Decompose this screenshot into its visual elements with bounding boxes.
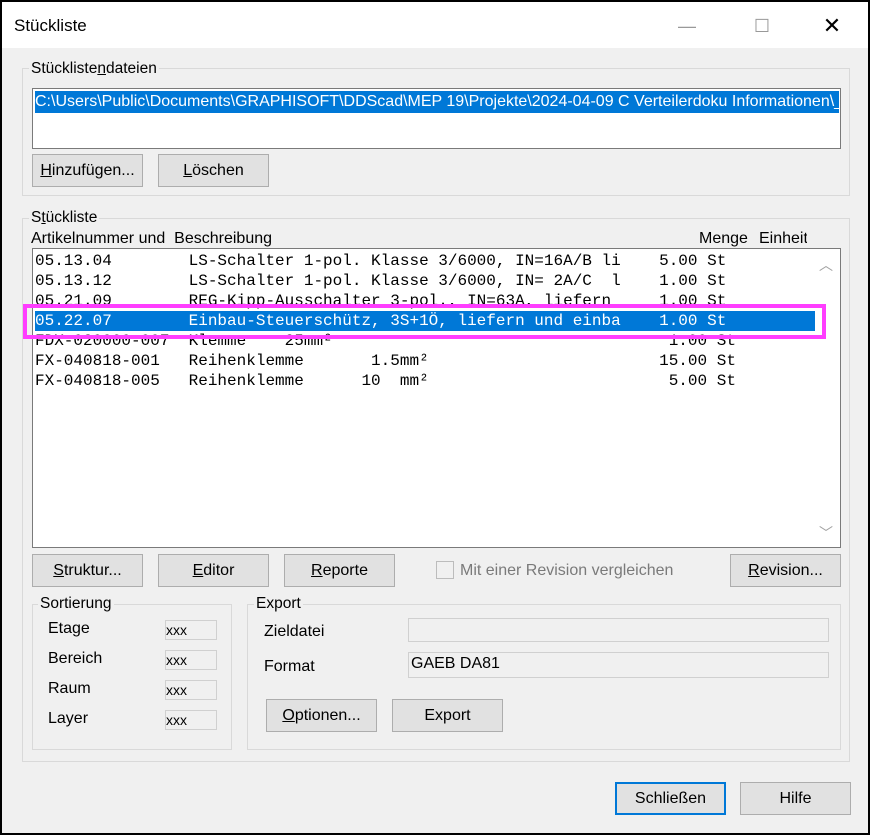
sort-label-layer: Layer xyxy=(48,710,89,727)
reports-button-mnemonic: R xyxy=(311,561,323,579)
column-header-unit-text: Einheit xyxy=(759,230,807,247)
delete-file-button[interactable]: Löschen xyxy=(158,154,269,187)
list-item-text: 05.13.04 LS-Schalter 1-pol. Klasse 3/600… xyxy=(35,252,727,270)
vertical-scrollbar[interactable]: ︿ ﹀ xyxy=(815,249,840,547)
sort-group-label: Sortierung xyxy=(38,595,114,613)
target-file-label: Zieldatei xyxy=(264,623,325,640)
sort-label-raum: Raum xyxy=(48,680,91,697)
reports-button-label: eporte xyxy=(322,561,368,579)
list-label-part1: S xyxy=(31,209,42,226)
column-header-quantity: Menge xyxy=(699,230,748,247)
stueckliste-dialog: Stückliste — ☐ ✕ Stücklistendateien C:\U… xyxy=(0,0,870,835)
maximize-icon[interactable]: ☐ xyxy=(747,12,777,40)
close-button[interactable]: Schließen xyxy=(615,782,726,815)
compare-revision-checkbox[interactable] xyxy=(436,561,454,579)
structure-button-label: truktur... xyxy=(63,561,122,579)
options-button[interactable]: Optionen... xyxy=(266,699,377,732)
revision-button[interactable]: Revision... xyxy=(730,554,841,587)
list-item[interactable]: 05.13.04 LS-Schalter 1-pol. Klasse 3/600… xyxy=(35,251,815,271)
list-label-part3: ückliste xyxy=(45,209,98,226)
revision-button-mnemonic: R xyxy=(748,561,760,579)
editor-button-mnemonic: E xyxy=(192,561,204,579)
window-title: Stückliste xyxy=(14,16,87,35)
list-item-text: FX-040818-001 Reihenklemme 1.5mm² 15.00 … xyxy=(35,352,736,370)
list-item[interactable]: FX-040818-001 Reihenklemme 1.5mm² 15.00 … xyxy=(35,351,815,371)
file-item-selected[interactable]: C:\Users\Public\Documents\GRAPHISOFT\DDS… xyxy=(35,91,839,113)
list-group-label: Stückliste xyxy=(29,209,100,227)
column-header-unit: Einheit xyxy=(759,230,807,248)
list-item[interactable]: 05.13.12 LS-Schalter 1-pol. Klasse 3/600… xyxy=(35,271,815,291)
files-group-label: Stücklistendateien xyxy=(29,60,159,78)
target-file-field[interactable] xyxy=(408,618,829,642)
editor-button-label: ditor xyxy=(203,561,235,579)
sort-field-layer[interactable]: xxx xyxy=(165,710,217,730)
files-listbox[interactable]: C:\Users\Public\Documents\GRAPHISOFT\DDS… xyxy=(32,88,841,149)
scroll-down-icon[interactable]: ﹀ xyxy=(819,523,833,543)
sort-field-bereich[interactable]: xxx xyxy=(165,650,217,670)
format-field[interactable]: GAEB DA81 xyxy=(408,652,829,678)
export-button[interactable]: Export xyxy=(392,699,503,732)
structure-button[interactable]: Struktur... xyxy=(32,554,143,587)
format-label: Format xyxy=(264,658,315,675)
file-path: C:\Users\Public\Documents\GRAPHISOFT\DDS… xyxy=(35,93,839,110)
compare-revision-label: Mit einer Revision vergleichen xyxy=(460,562,674,579)
sort-field-raum[interactable]: xxx xyxy=(165,680,217,700)
files-label-part1: Stückliste xyxy=(31,60,98,77)
scroll-up-icon[interactable]: ︿ xyxy=(819,255,833,275)
add-file-button[interactable]: Hinzufügen... xyxy=(32,154,143,187)
delete-file-button-mnemonic: L xyxy=(183,161,193,179)
close-icon[interactable]: ✕ xyxy=(817,12,847,40)
options-button-mnemonic: O xyxy=(282,706,295,724)
list-item-text: FX-040818-005 Reihenklemme 10 mm² 5.00 S… xyxy=(35,372,736,390)
add-file-button-label: inzufügen... xyxy=(51,161,135,179)
highlight-frame xyxy=(23,304,826,339)
export-group-label: Export xyxy=(254,595,303,613)
structure-button-mnemonic: S xyxy=(53,561,64,579)
minimize-icon[interactable]: — xyxy=(672,12,702,40)
sort-label-etage: Etage xyxy=(48,620,90,637)
parts-list-viewport: 05.13.04 LS-Schalter 1-pol. Klasse 3/600… xyxy=(33,249,815,547)
revision-button-label: evision... xyxy=(759,561,823,579)
list-item[interactable]: FX-040818-005 Reihenklemme 10 mm² 5.00 S… xyxy=(35,371,815,391)
parts-listbox[interactable]: 05.13.04 LS-Schalter 1-pol. Klasse 3/600… xyxy=(32,248,841,548)
list-item-text: 05.13.12 LS-Schalter 1-pol. Klasse 3/600… xyxy=(35,272,727,290)
options-button-label: ptionen... xyxy=(294,706,361,724)
sort-field-etage[interactable]: xxx xyxy=(165,620,217,640)
title-bar[interactable]: Stückliste — ☐ ✕ xyxy=(2,2,868,48)
editor-button[interactable]: Editor xyxy=(158,554,269,587)
add-file-button-mnemonic: H xyxy=(40,161,52,179)
sort-label-bereich: Bereich xyxy=(48,650,103,667)
files-label-part2: n xyxy=(97,60,106,77)
reports-button[interactable]: Reporte xyxy=(284,554,395,587)
help-button[interactable]: Hilfe xyxy=(740,782,851,815)
files-label-part3: dateien xyxy=(105,60,157,77)
delete-file-button-label: öschen xyxy=(192,161,244,179)
column-header-article: Artikelnummer und Beschreibung xyxy=(31,230,273,247)
